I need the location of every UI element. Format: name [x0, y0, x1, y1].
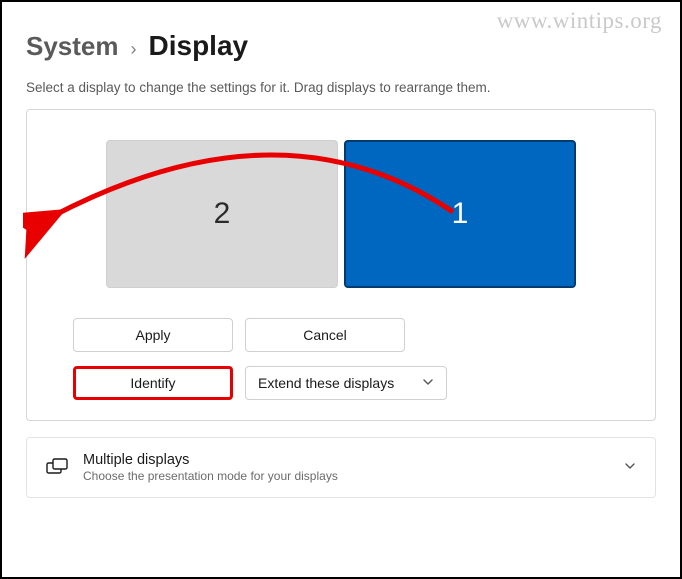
identify-row: Identify Extend these displays — [73, 366, 631, 400]
projection-mode-dropdown[interactable]: Extend these displays — [245, 366, 447, 400]
page-subtitle: Select a display to change the settings … — [26, 80, 656, 95]
multiple-displays-text: Multiple displays Choose the presentatio… — [83, 452, 609, 483]
monitor-2-label: 2 — [214, 197, 231, 231]
projection-mode-selected: Extend these displays — [258, 375, 394, 391]
display-arrangement-panel: 2 1 Apply Cancel Identify Extend these d… — [26, 109, 656, 421]
breadcrumb: System › Display — [26, 30, 656, 62]
breadcrumb-parent[interactable]: System — [26, 31, 119, 62]
monitor-2[interactable]: 2 — [106, 140, 338, 288]
multiple-displays-icon — [45, 456, 69, 480]
identify-button[interactable]: Identify — [73, 366, 233, 400]
cancel-button[interactable]: Cancel — [245, 318, 405, 352]
chevron-right-icon: › — [131, 39, 137, 60]
chevron-down-icon — [422, 376, 434, 391]
chevron-down-icon — [623, 459, 637, 476]
apply-cancel-row: Apply Cancel — [73, 318, 631, 352]
displays-area: 2 1 — [51, 128, 631, 318]
apply-button[interactable]: Apply — [73, 318, 233, 352]
multiple-displays-section[interactable]: Multiple displays Choose the presentatio… — [26, 437, 656, 498]
multiple-displays-desc: Choose the presentation mode for your di… — [83, 469, 609, 483]
multiple-displays-title: Multiple displays — [83, 452, 609, 468]
monitor-1-label: 1 — [452, 197, 469, 231]
monitor-1[interactable]: 1 — [344, 140, 576, 288]
page-title: Display — [149, 30, 249, 62]
